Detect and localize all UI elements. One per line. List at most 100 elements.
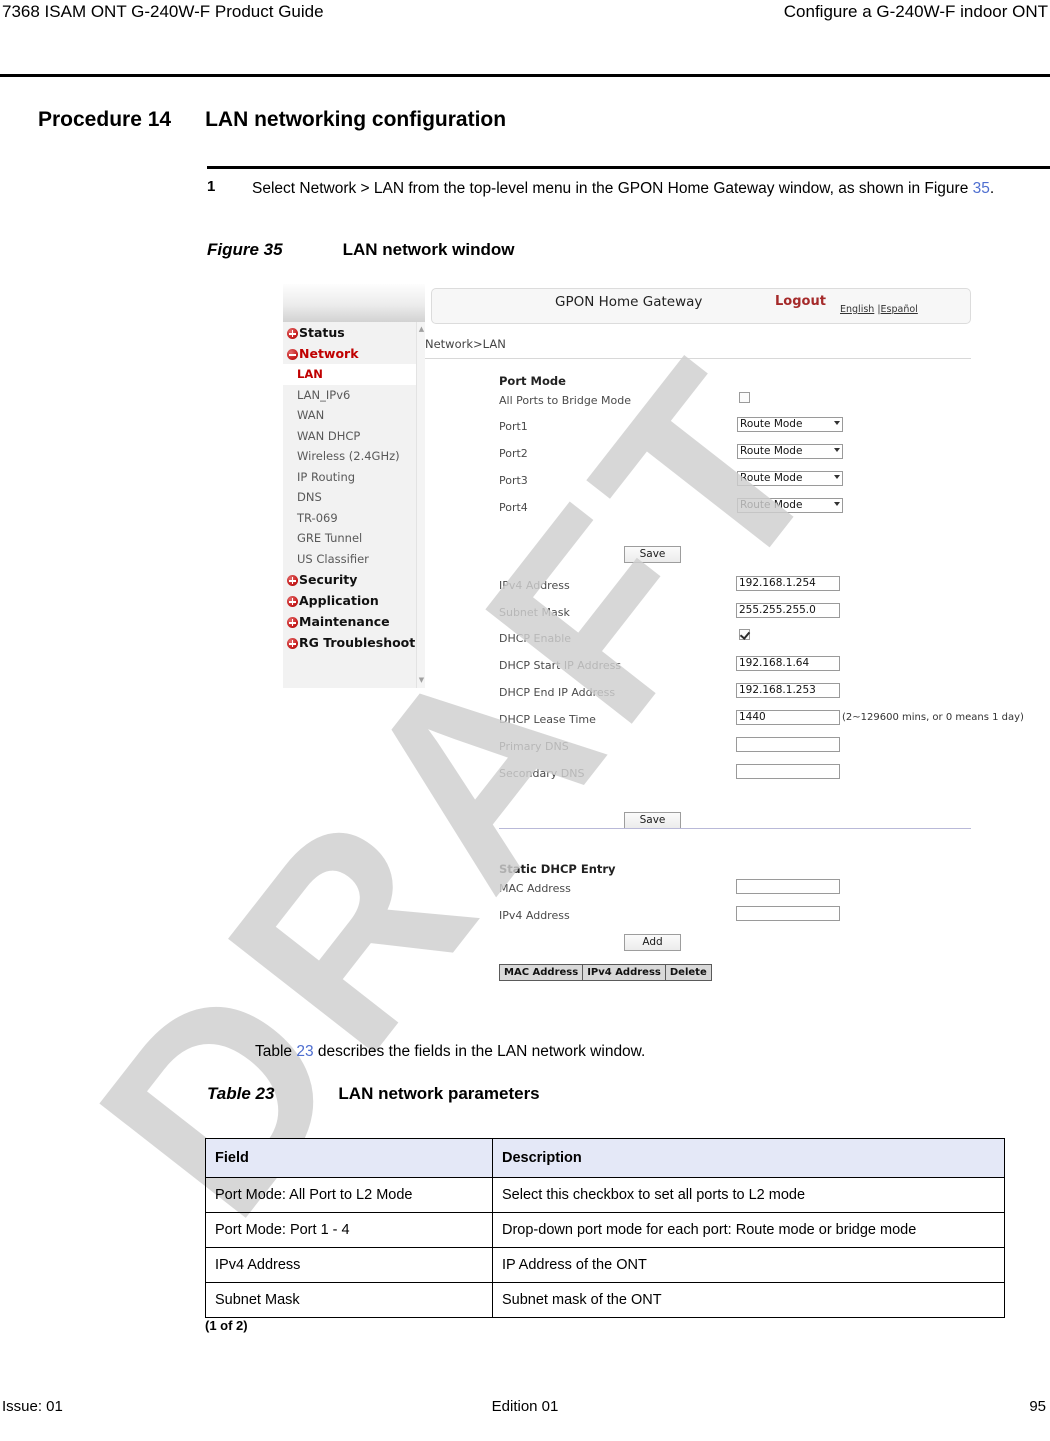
language-english-link[interactable]: English (840, 304, 874, 315)
static-dhcp-heading: Static DHCP Entry (499, 862, 616, 876)
scroll-up-arrow-icon[interactable]: ▲ (418, 326, 425, 333)
scroll-down-arrow-icon[interactable]: ▼ (418, 677, 425, 684)
table-intro-after: describes the fields in the LAN network … (313, 1043, 646, 1060)
static-dhcp-add-button[interactable]: Add (624, 934, 681, 951)
sidebar-item-security-label: Security (299, 572, 358, 587)
all-ports-bridge-checkbox[interactable] (739, 392, 750, 403)
expand-plus-icon (287, 617, 298, 628)
table-continuation-note: (1 of 2) (205, 1318, 248, 1333)
sidebar-item-lan-ipv6-label: LAN_IPv6 (297, 387, 351, 402)
dhcp-start-ip-input[interactable]: 192.168.1.64 (736, 656, 840, 671)
footer-page-number: 95 (1029, 1398, 1046, 1415)
sidebar-item-us-classifier-label: US Classifier (297, 551, 369, 566)
app-sidebar: Status Network LAN LAN_IPv6 WAN WAN DHCP… (283, 284, 437, 688)
static-ipv4-address-label: IPv4 Address (499, 909, 570, 922)
sidebar-item-us-classifier[interactable]: US Classifier (283, 549, 416, 570)
port4-mode-value: Route Mode (740, 499, 803, 511)
sidebar-item-tr069-label: TR-069 (297, 510, 338, 525)
sidebar-item-ip-routing[interactable]: IP Routing (283, 467, 416, 488)
port1-label: Port1 (499, 420, 528, 433)
procedure-number: Procedure 14 (38, 108, 172, 131)
table-header-description: Description (492, 1138, 1005, 1178)
running-header-left: 7368 ISAM ONT G-240W-F Product Guide (2, 2, 324, 21)
secondary-dns-input[interactable] (736, 764, 840, 779)
collapse-minus-icon (287, 349, 298, 360)
ipv4-address-input[interactable]: 192.168.1.254 (736, 576, 840, 591)
primary-dns-input[interactable] (736, 737, 840, 752)
sidebar-item-network[interactable]: Network (283, 343, 416, 364)
header-divider (0, 74, 1050, 77)
logout-link[interactable]: Logout (775, 294, 826, 309)
sidebar-item-dns[interactable]: DNS (283, 487, 416, 508)
port4-mode-select[interactable]: Route Mode (737, 498, 843, 513)
sidebar-item-maintenance[interactable]: Maintenance (283, 611, 416, 632)
static-ipv4-address-input[interactable] (736, 906, 840, 921)
figure-xref-link[interactable]: 35 (973, 180, 990, 197)
dhcp-start-ip-label: DHCP Start IP Address (499, 659, 622, 672)
dhcp-enable-checkbox[interactable] (739, 629, 750, 640)
table-cell-field: Port Mode: All Port to L2 Mode (205, 1177, 493, 1213)
port3-mode-select[interactable]: Route Mode (737, 471, 843, 486)
sidebar-item-security[interactable]: Security (283, 569, 416, 590)
sidebar-item-wireless-label: Wireless (2.4GHz) (297, 449, 400, 463)
port3-mode-value: Route Mode (740, 472, 803, 484)
table-cell-field: Subnet Mask (205, 1282, 493, 1318)
sidebar-item-rg-troubleshooting[interactable]: RG Troubleshooting (283, 632, 437, 653)
footer-edition: Edition 01 (491, 1398, 559, 1415)
sidebar-item-ip-routing-label: IP Routing (297, 469, 356, 484)
table-cell-description: Select this checkbox to set all ports to… (492, 1177, 1005, 1213)
sidebar-item-lan-label: LAN (297, 367, 323, 381)
table-row: Subnet Mask Subnet mask of the ONT (205, 1282, 1005, 1318)
sidebar-scrollbar[interactable]: ▲ ▼ (416, 322, 425, 688)
sidebar-item-status[interactable]: Status (283, 322, 416, 343)
lan-parameters-table: Field Description Port Mode: All Port to… (205, 1138, 1005, 1318)
lan-settings-save-button[interactable]: Save (624, 812, 681, 829)
sidebar-item-gre-tunnel[interactable]: GRE Tunnel (283, 528, 416, 549)
column-delete[interactable]: Delete (666, 965, 711, 980)
figure-title: LAN network window (342, 240, 515, 259)
sidebar-item-wireless[interactable]: Wireless (2.4GHz) (283, 446, 416, 467)
step-text-after: . (989, 180, 995, 197)
expand-plus-icon (287, 575, 298, 586)
sidebar-item-dns-label: DNS (297, 490, 322, 504)
dhcp-lease-time-hint: (2~129600 mins, or 0 means 1 day) (842, 712, 1024, 723)
sidebar-item-wan[interactable]: WAN (283, 405, 416, 426)
expand-plus-icon (287, 638, 298, 649)
expand-plus-icon (287, 328, 298, 339)
table-cell-description: Subnet mask of the ONT (492, 1282, 1005, 1318)
content-divider (425, 358, 971, 359)
port2-mode-select[interactable]: Route Mode (737, 444, 843, 459)
lan-network-window-screenshot: Status Network LAN LAN_IPv6 WAN WAN DHCP… (283, 284, 1024, 994)
dhcp-end-ip-label: DHCP End IP Address (499, 686, 616, 699)
sidebar-item-application-label: Application (299, 593, 379, 608)
subnet-mask-input[interactable]: 255.255.255.0 (736, 603, 840, 618)
port-mode-save-button[interactable]: Save (624, 546, 681, 563)
port4-label: Port4 (499, 501, 528, 514)
table-xref-link[interactable]: 23 (296, 1043, 313, 1060)
column-ipv4-address[interactable]: IPv4 Address (583, 965, 666, 980)
sidebar-item-tr069[interactable]: TR-069 (283, 508, 416, 529)
table-row: Port Mode: Port 1 - 4 Drop-down port mod… (205, 1212, 1005, 1248)
subnet-mask-label: Subnet Mask (499, 606, 570, 619)
dhcp-lease-time-label: DHCP Lease Time (499, 713, 596, 726)
sidebar-item-lan[interactable]: LAN (283, 364, 416, 385)
static-mac-address-input[interactable] (736, 879, 840, 894)
sidebar-item-application[interactable]: Application (283, 590, 416, 611)
sidebar-item-wan-label: WAN (297, 408, 325, 422)
table-header-row: Field Description (205, 1138, 1005, 1178)
column-mac-address[interactable]: MAC Address (500, 965, 584, 980)
dhcp-lease-time-input[interactable]: 1440 (736, 710, 840, 725)
port2-label: Port2 (499, 447, 528, 460)
dhcp-enable-label: DHCP Enable (499, 632, 572, 645)
ipv4-address-label: IPv4 Address (499, 579, 570, 592)
secondary-dns-label: Secondary DNS (499, 767, 585, 780)
port1-mode-select[interactable]: Route Mode (737, 417, 843, 432)
sidebar-item-lan-ipv6[interactable]: LAN_IPv6 (283, 385, 416, 406)
breadcrumb: Network>LAN (425, 337, 506, 351)
language-espanol-link[interactable]: Español (881, 304, 918, 315)
figure-caption: Figure 35 LAN network window (207, 240, 514, 260)
dhcp-end-ip-input[interactable]: 192.168.1.253 (736, 683, 840, 698)
step-number: 1 (207, 178, 216, 195)
sidebar-item-wan-dhcp[interactable]: WAN DHCP (283, 426, 416, 447)
running-header-right: Configure a G-240W-F indoor ONT (783, 2, 1048, 21)
